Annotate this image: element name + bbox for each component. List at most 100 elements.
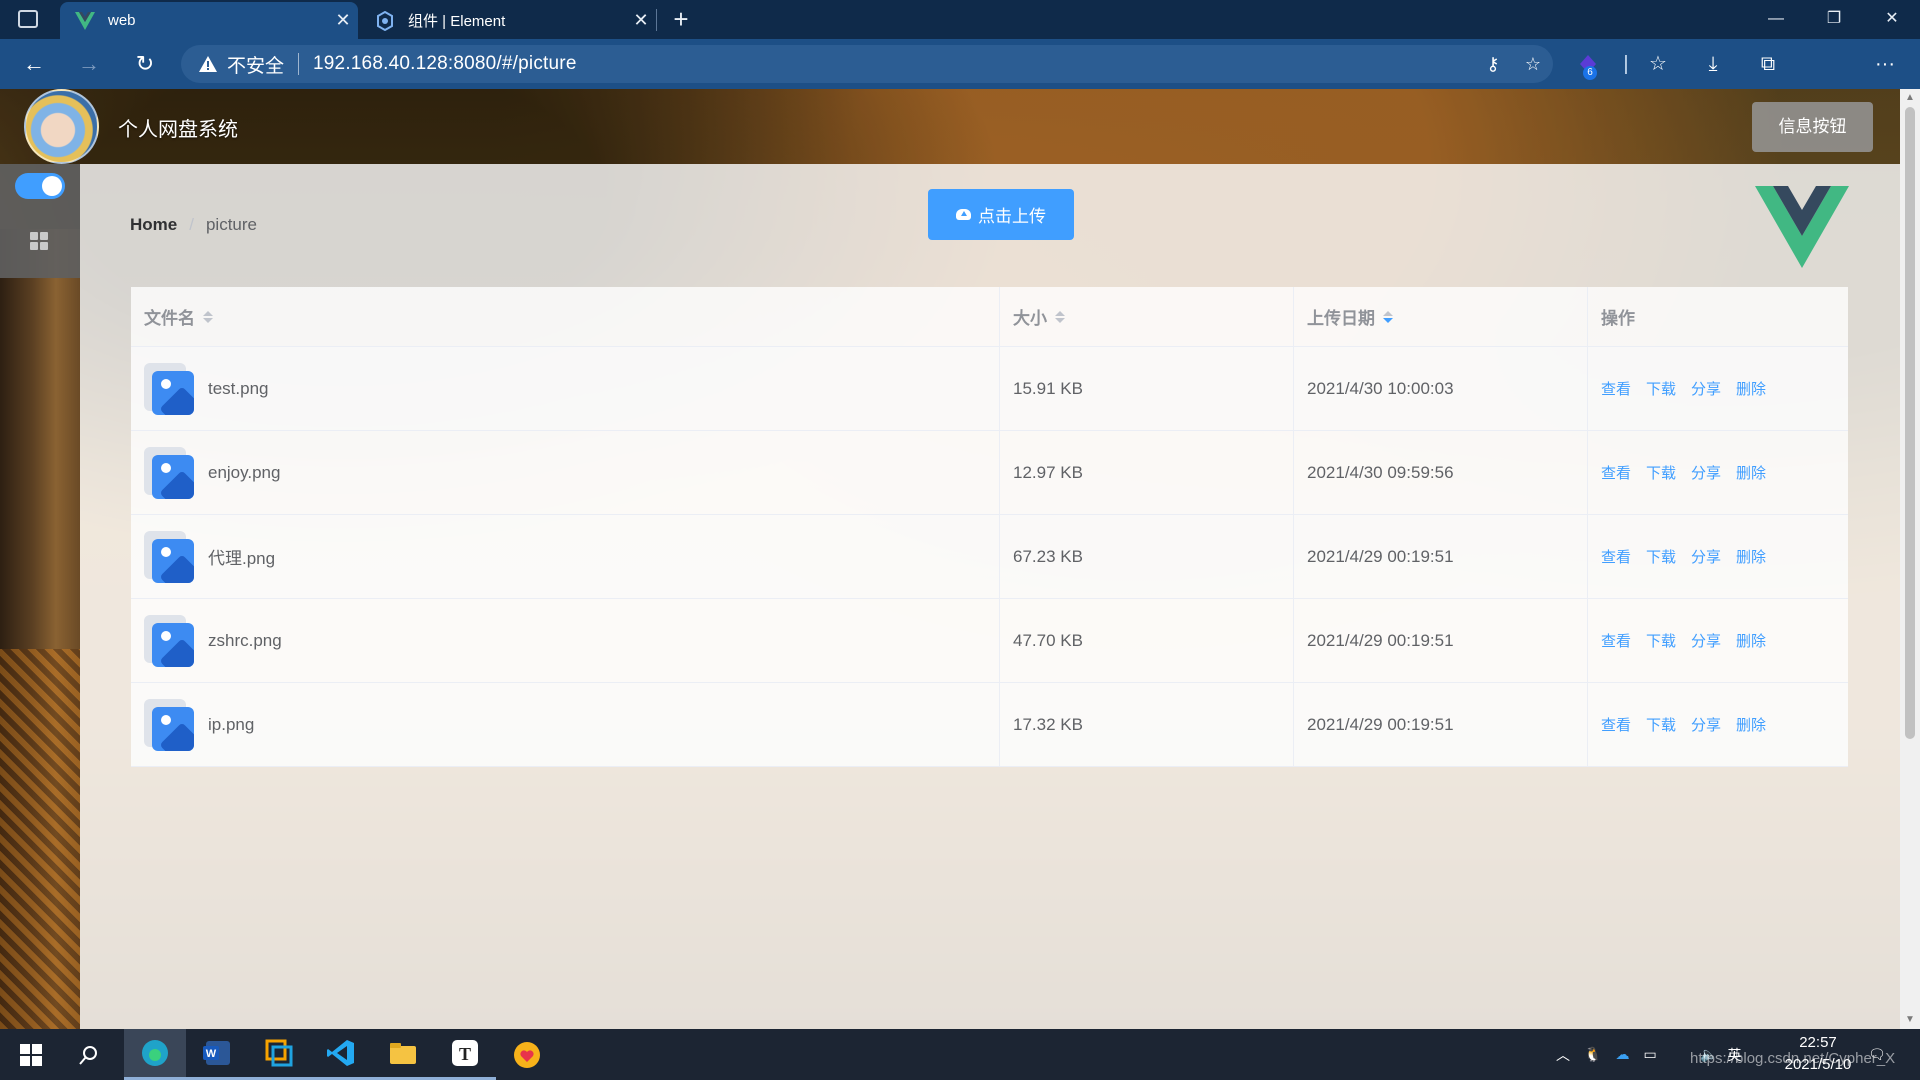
sort-icon[interactable] (1055, 310, 1065, 323)
image-file-icon (144, 446, 194, 499)
close-tab-icon[interactable]: ✕ (626, 10, 656, 31)
tab-element[interactable]: 组件 | Element ✕ (360, 2, 656, 39)
onedrive-icon[interactable]: ☁ (1615, 1046, 1629, 1063)
add-favorite-icon[interactable]: ☆ (1513, 54, 1553, 75)
extension-badge: 6 (1583, 66, 1597, 80)
cell-date: 2021/4/30 10:00:03 (1294, 347, 1588, 430)
tab-actions-icon[interactable] (18, 10, 38, 28)
search-icon[interactable] (58, 1029, 120, 1080)
sort-icon[interactable] (203, 310, 213, 323)
row-action-delete[interactable]: 删除 (1736, 630, 1766, 651)
table-header: 文件名 大小 上传日期 操作 (131, 287, 1848, 347)
forward-icon[interactable]: → (72, 48, 106, 80)
scroll-up-icon[interactable]: ▲ (1900, 89, 1920, 107)
row-action-download[interactable]: 下载 (1646, 462, 1676, 483)
cell-size: 17.32 KB (1000, 683, 1294, 766)
security-label[interactable]: 不安全 (227, 51, 284, 78)
heart-app-icon[interactable] (496, 1029, 558, 1080)
row-action-delete[interactable]: 删除 (1736, 714, 1766, 735)
tab-divider (656, 9, 657, 31)
row-action-delete[interactable]: 删除 (1736, 546, 1766, 567)
upload-button[interactable]: 点击上传 (928, 189, 1074, 240)
close-tab-icon[interactable]: ✕ (328, 10, 358, 31)
key-icon[interactable]: ⚷ (1473, 54, 1513, 75)
address-bar[interactable]: 不安全 192.168.40.128:8080/#/picture ⚷ ☆ (181, 45, 1553, 83)
close-icon[interactable]: ✕ (1864, 0, 1920, 39)
table-row: test.png 15.91 KB 2021/4/30 10:00:03 查看下… (131, 347, 1848, 431)
file-name[interactable]: enjoy.png (208, 463, 280, 483)
row-action-delete[interactable]: 删除 (1736, 462, 1766, 483)
row-action-view[interactable]: 查看 (1601, 630, 1631, 651)
typora-icon[interactable]: T (434, 1029, 496, 1080)
breadcrumb-current: picture (205, 215, 257, 234)
restore-icon[interactable]: ❐ (1806, 0, 1862, 39)
row-action-share[interactable]: 分享 (1691, 714, 1721, 735)
cell-actions: 查看 下载 分享 删除 (1588, 599, 1848, 682)
column-header-filename[interactable]: 文件名 (131, 287, 1000, 346)
favorites-icon[interactable]: ☆ (1640, 49, 1676, 79)
row-action-share[interactable]: 分享 (1691, 462, 1721, 483)
back-icon[interactable]: ← (17, 48, 51, 80)
vmware-icon[interactable] (248, 1029, 310, 1080)
more-icon[interactable]: ··· (1867, 49, 1903, 79)
cell-date: 2021/4/29 00:19:51 (1294, 515, 1588, 598)
avatar[interactable] (24, 89, 99, 164)
row-action-download[interactable]: 下载 (1646, 546, 1676, 567)
scroll-down-icon[interactable]: ▼ (1900, 1011, 1920, 1029)
minimize-icon[interactable]: — (1748, 0, 1804, 39)
refresh-icon[interactable]: ↻ (128, 48, 162, 80)
cell-size: 15.91 KB (1000, 347, 1294, 430)
row-action-download[interactable]: 下载 (1646, 378, 1676, 399)
start-icon[interactable] (0, 1029, 62, 1080)
row-action-view[interactable]: 查看 (1601, 714, 1631, 735)
row-actions: 查看 下载 分享 删除 (1601, 714, 1766, 735)
row-action-share[interactable]: 分享 (1691, 546, 1721, 567)
cell-size: 47.70 KB (1000, 599, 1294, 682)
svg-text:W: W (206, 1048, 217, 1060)
url-text[interactable]: 192.168.40.128:8080/#/picture (313, 53, 1473, 75)
file-name[interactable]: 代理.png (208, 544, 275, 569)
breadcrumb: Home / picture (130, 215, 257, 235)
file-name[interactable]: ip.png (208, 715, 254, 735)
breadcrumb-home[interactable]: Home (130, 215, 177, 235)
download-icon[interactable]: ⤓ (1695, 49, 1731, 79)
toolbar-divider: | (1623, 53, 1629, 75)
app-title: 个人网盘系统 (118, 119, 238, 141)
column-label: 大小 (1013, 309, 1047, 328)
collections-icon[interactable]: ⧉ (1750, 49, 1786, 79)
plus-icon[interactable]: + (664, 3, 698, 37)
cell-date: 2021/4/30 09:59:56 (1294, 431, 1588, 514)
system-tray: ︿ 🐧 ☁ ▭ (1556, 1029, 1696, 1080)
scroll-thumb[interactable] (1905, 107, 1915, 739)
file-name[interactable]: test.png (208, 379, 269, 399)
page-viewport: 个人网盘系统 信息按钮 Home / picture 点击上传 文件名 大小 上… (0, 89, 1900, 1029)
row-action-view[interactable]: 查看 (1601, 546, 1631, 567)
table-row: ip.png 17.32 KB 2021/4/29 00:19:51 查看 下载分… (131, 683, 1848, 767)
qq-icon[interactable]: 🐧 (1584, 1046, 1601, 1063)
word-icon[interactable]: W (186, 1029, 248, 1080)
cell-filename: 代理.png (131, 515, 1000, 598)
chevron-up-icon[interactable]: ︿ (1556, 1045, 1570, 1065)
row-action-delete[interactable]: 删除 (1736, 378, 1766, 399)
row-action-share[interactable]: 分享 (1691, 378, 1721, 399)
file-explorer-icon[interactable] (372, 1029, 434, 1080)
info-button[interactable]: 信息按钮 (1752, 102, 1873, 152)
row-action-view[interactable]: 查看 (1601, 462, 1631, 483)
row-action-share[interactable]: 分享 (1691, 630, 1721, 651)
tab-web[interactable]: web ✕ (60, 2, 358, 39)
vscode-icon[interactable] (310, 1029, 372, 1080)
edge-icon[interactable] (124, 1029, 186, 1080)
watermark: https://blog.csdn.net/Cypher_X (1690, 1050, 1896, 1067)
sort-icon[interactable] (1383, 310, 1393, 323)
collapse-toggle[interactable] (15, 173, 65, 199)
grid-icon[interactable] (30, 232, 48, 250)
row-action-view[interactable]: 查看 (1601, 378, 1631, 399)
column-header-date[interactable]: 上传日期 (1294, 287, 1588, 346)
row-action-download[interactable]: 下载 (1646, 714, 1676, 735)
address-divider (298, 53, 300, 75)
file-name[interactable]: zshrc.png (208, 631, 282, 651)
row-action-download[interactable]: 下载 (1646, 630, 1676, 651)
table-row: 代理.png 67.23 KB 2021/4/29 00:19:51 查看 下载分… (131, 515, 1848, 599)
column-header-size[interactable]: 大小 (1000, 287, 1294, 346)
battery-icon[interactable]: ▭ (1643, 1046, 1656, 1063)
